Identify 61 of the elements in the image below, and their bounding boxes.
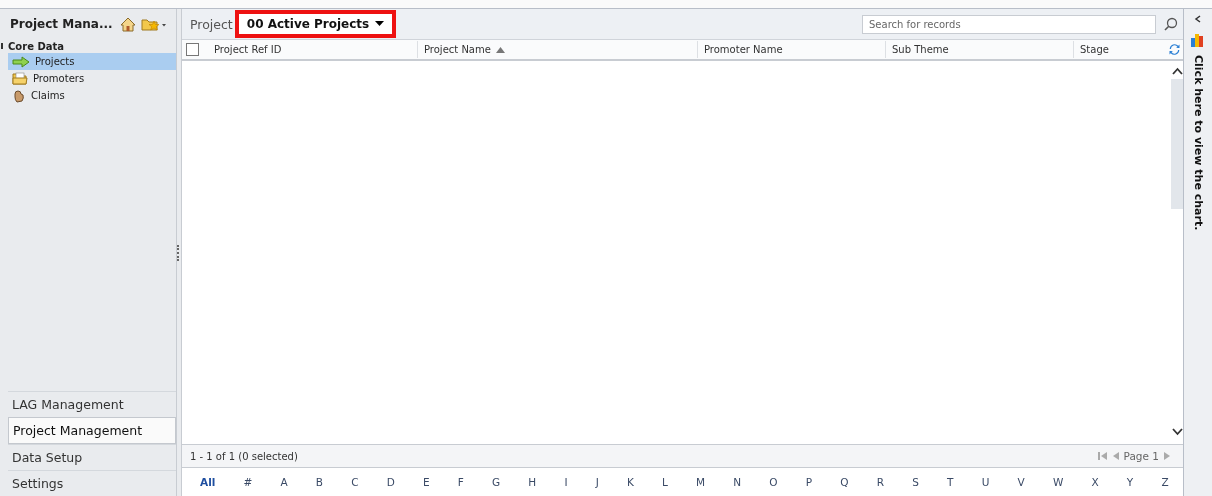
letter-filter[interactable]: A (280, 476, 288, 488)
letter-filter[interactable]: S (912, 476, 919, 488)
letter-filter[interactable]: W (1052, 476, 1064, 488)
column-header[interactable]: Promoter Name (698, 41, 886, 58)
entity-label: Project (190, 16, 233, 32)
letter-filter[interactable]: U (981, 476, 990, 488)
navigation-area[interactable]: Settings (8, 470, 176, 496)
letter-filter[interactable]: T (947, 476, 954, 488)
sidebar-item[interactable]: Claims (8, 87, 176, 104)
record-count: 1 - 1 of 1 (0 selected) (190, 450, 298, 462)
letter-filter[interactable]: K (627, 476, 634, 488)
bar-chart-icon[interactable] (1190, 31, 1206, 47)
page-number: Page 1 (1123, 450, 1159, 462)
home-icon[interactable] (119, 16, 136, 32)
caret-icon (375, 21, 385, 27)
letter-filter[interactable]: J (595, 476, 599, 488)
column-header[interactable]: Stage (1074, 41, 1165, 58)
collapse-icon[interactable] (1194, 15, 1202, 23)
scroll-down-icon[interactable] (1171, 428, 1183, 436)
letter-filter[interactable]: G (492, 476, 501, 488)
letter-filter[interactable]: V (1017, 476, 1025, 488)
letter-filter[interactable]: E (423, 476, 430, 488)
letter-filter[interactable]: B (315, 476, 324, 488)
scroll-up-icon[interactable] (1171, 67, 1183, 75)
letter-filter[interactable]: H (528, 476, 537, 488)
letter-filter[interactable]: # (243, 476, 253, 488)
letter-filter[interactable]: D (386, 476, 395, 488)
sidebar-item[interactable]: Promoters (8, 70, 176, 87)
navigation-area[interactable]: Data Setup (8, 444, 176, 470)
letter-filter[interactable]: C (351, 476, 359, 488)
view-selector[interactable]: 00 Active Projects (234, 10, 397, 38)
sort-ascending-icon (495, 46, 505, 53)
letter-filter[interactable]: L (662, 476, 668, 488)
letter-filter[interactable]: Z (1161, 476, 1169, 488)
search-icon[interactable] (1164, 17, 1178, 31)
sidebar-item[interactable]: Projects (8, 53, 176, 70)
folder-star-icon[interactable] (140, 17, 167, 31)
column-header[interactable]: Sub Theme (886, 41, 1074, 58)
letter-filter[interactable]: I (564, 476, 568, 488)
splitter-grip[interactable] (177, 244, 181, 261)
letter-filter[interactable]: Q (840, 476, 849, 488)
letter-filter[interactable]: N (733, 476, 742, 488)
column-header[interactable]: Project Name (418, 41, 698, 58)
group-header[interactable]: Core Data (1, 39, 176, 53)
sidebar-title: Project Mana... (10, 17, 113, 31)
letter-filter[interactable]: O (769, 476, 778, 488)
refresh-icon[interactable] (1169, 44, 1180, 55)
select-all-checkbox[interactable] (186, 43, 199, 56)
letter-filter[interactable]: M (696, 476, 706, 488)
letter-filter[interactable]: All (200, 476, 216, 488)
navigation-area[interactable]: Project Management (8, 417, 176, 444)
search-field[interactable]: Search for records (862, 14, 1156, 34)
letter-filter[interactable]: R (876, 476, 885, 488)
folder-icon (12, 72, 28, 85)
letter-filter[interactable]: X (1091, 476, 1099, 488)
column-header[interactable]: Project Ref ID (208, 41, 418, 58)
chart-pane-label[interactable]: Click here to view the chart. (1191, 55, 1205, 231)
arrow-icon (12, 55, 30, 68)
letter-filter[interactable]: P (805, 476, 813, 488)
letter-filter[interactable]: F (457, 476, 464, 488)
letter-filter[interactable]: Y (1126, 476, 1134, 488)
